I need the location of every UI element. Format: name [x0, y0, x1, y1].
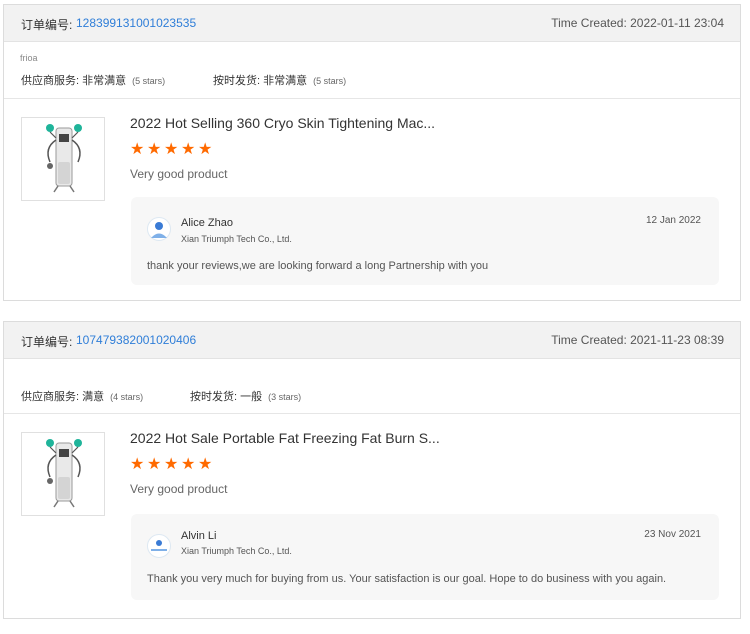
time-created: Time Created: 2021-11-23 08:39: [551, 333, 724, 347]
order-number-link[interactable]: 107479382001020406: [76, 333, 196, 347]
order-header: 订单编号: 107479382001020406 Time Created: 2…: [4, 322, 740, 359]
company-logo-icon: [151, 540, 167, 551]
divider: [4, 413, 740, 414]
divider: [4, 98, 740, 99]
reply-date: 23 Nov 2021: [644, 529, 701, 540]
star-icon: ★: [130, 141, 145, 158]
order-number-link[interactable]: 128399131001023535: [76, 16, 196, 30]
product-title-link[interactable]: 2022 Hot Sale Portable Fat Freezing Fat …: [130, 430, 440, 446]
reply-author: Alice Zhao: [181, 217, 233, 229]
star-icon: ★: [198, 141, 213, 158]
person-icon: [151, 222, 167, 238]
order-card: 订单编号: 128399131001023535 Time Created: 2…: [3, 4, 741, 301]
product-thumbnail[interactable]: [21, 117, 105, 201]
product-rating-stars: ★ ★ ★ ★ ★: [130, 456, 213, 473]
supplier-reply: Alvin Li Xian Triumph Tech Co., Ltd. 23 …: [131, 514, 719, 600]
star-icon: ★: [181, 456, 196, 473]
reply-message: thank your reviews,we are looking forwar…: [147, 260, 489, 272]
reply-company: Xian Triumph Tech Co., Ltd.: [181, 546, 292, 556]
order-card: 订单编号: 107479382001020406 Time Created: 2…: [3, 321, 741, 619]
star-icon: ★: [164, 141, 179, 158]
delivery-rating: 按时发货: 非常满意 (5 stars): [213, 75, 347, 87]
machine-icon: [46, 124, 82, 193]
order-header: 订单编号: 128399131001023535 Time Created: 2…: [4, 5, 740, 42]
review-text: Very good product: [130, 167, 228, 181]
supplier-reply: Alice Zhao Xian Triumph Tech Co., Ltd. 1…: [131, 197, 719, 285]
machine-icon: [46, 439, 82, 508]
order-number-label: 订单编号:: [21, 335, 73, 349]
buyer-name: frioa: [20, 53, 38, 63]
reply-message: Thank you very much for buying from us. …: [147, 573, 667, 585]
supplier-avatar: [147, 217, 171, 241]
star-icon: ★: [147, 456, 162, 473]
star-icon: ★: [147, 141, 162, 158]
reply-company: Xian Triumph Tech Co., Ltd.: [181, 234, 292, 244]
time-created: Time Created: 2022-01-11 23:04: [551, 16, 724, 30]
star-icon: ★: [181, 141, 196, 158]
reply-date: 12 Jan 2022: [645, 215, 701, 226]
star-icon: ★: [198, 456, 213, 473]
reply-author: Alvin Li: [181, 530, 217, 542]
product-title-link[interactable]: 2022 Hot Selling 360 Cryo Skin Tightenin…: [130, 115, 435, 131]
supplier-service-rating: 供应商服务: 非常满意 (5 stars): [21, 75, 166, 87]
star-icon: ★: [130, 456, 145, 473]
supplier-service-rating: 供应商服务: 满意 (4 stars): [21, 391, 144, 403]
delivery-rating: 按时发货: 一般 (3 stars): [190, 391, 302, 403]
product-rating-stars: ★ ★ ★ ★ ★: [130, 141, 213, 158]
order-number-label: 订单编号:: [21, 18, 73, 32]
supplier-avatar: [147, 534, 171, 558]
review-text: Very good product: [130, 482, 228, 496]
product-thumbnail[interactable]: [21, 432, 105, 516]
star-icon: ★: [164, 456, 179, 473]
